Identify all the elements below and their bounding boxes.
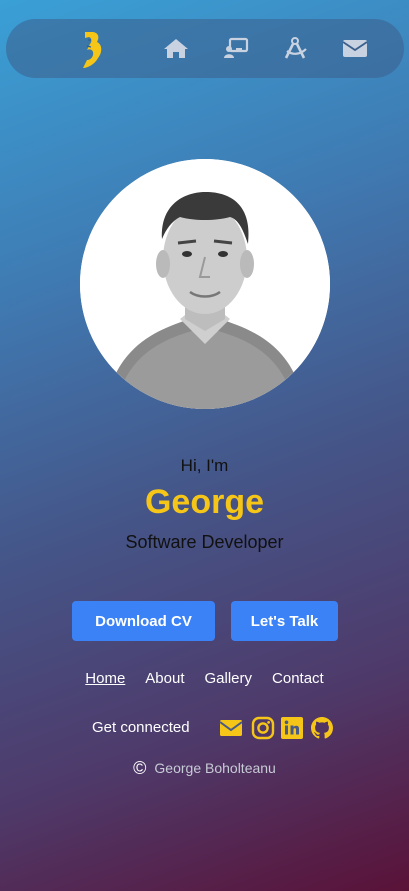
copyright-name: George Boholteanu <box>154 760 276 776</box>
logo-b-icon[interactable] <box>79 30 105 70</box>
profile-name: George <box>144 483 265 521</box>
instagram-icon[interactable] <box>251 716 275 740</box>
linkedin-icon[interactable] <box>280 716 304 740</box>
mail-icon[interactable] <box>219 716 243 740</box>
footer-link-contact[interactable]: Contact <box>272 670 324 687</box>
get-connected-label: Get connected <box>92 719 190 736</box>
greeting-text: Hi, I'm <box>180 456 229 475</box>
profile-photo <box>80 159 330 409</box>
footer-link-about[interactable]: About <box>145 670 184 687</box>
download-cv-button[interactable]: Download CV <box>72 601 215 641</box>
copyright-symbol: © <box>133 758 147 778</box>
github-icon[interactable] <box>310 716 334 740</box>
mail-icon[interactable] <box>342 37 368 59</box>
home-icon[interactable] <box>163 37 189 59</box>
top-navbar <box>6 19 404 78</box>
footer-link-gallery[interactable]: Gallery <box>205 670 253 687</box>
lets-talk-button[interactable]: Let's Talk <box>231 601 338 641</box>
presentation-icon[interactable] <box>223 37 249 59</box>
footer-link-home[interactable]: Home <box>85 670 125 687</box>
compass-tools-icon[interactable] <box>283 37 309 59</box>
profile-role: Software Developer <box>125 532 284 552</box>
footer-nav: Home About Gallery Contact <box>0 670 409 687</box>
copyright: © George Boholteanu <box>0 758 409 779</box>
